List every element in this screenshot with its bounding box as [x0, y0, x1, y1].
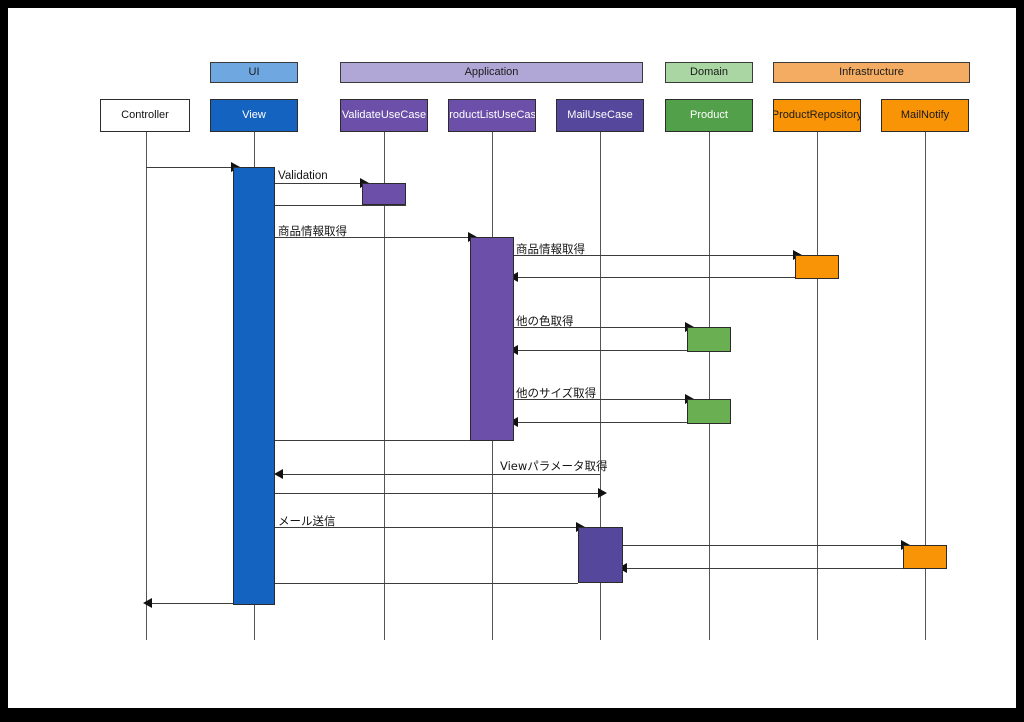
- message-label-m09: 他のサイズ取得: [516, 386, 597, 400]
- message-label-m04: 商品情報取得: [278, 224, 347, 238]
- message-label-m05: 商品情報取得: [516, 242, 585, 256]
- sequence-diagram-canvas: UI Application Domain Infrastructure Control…: [8, 8, 1016, 708]
- message-labels-layer: Validation 商品情報取得 商品情報取得 他の色取得 他のサイズ取得 Viewパラ…: [8, 8, 1016, 708]
- screenshot-root: UI Application Domain Infrastructure Control…: [0, 0, 1024, 722]
- message-label-m14: メール送信: [278, 514, 336, 528]
- message-label-m07: 他の色取得: [516, 314, 574, 328]
- message-label-m02: Validation: [278, 170, 328, 182]
- message-label-m12: Viewパラメータ取得: [500, 459, 608, 473]
